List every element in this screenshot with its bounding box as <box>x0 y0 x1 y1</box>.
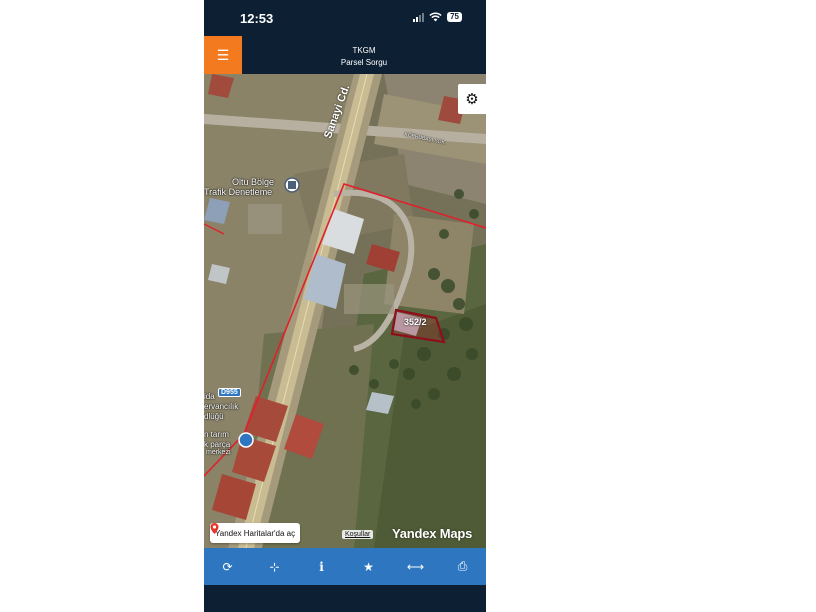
poi-label-trafik-2: Trafik Denetleme <box>204 187 273 197</box>
locate-button[interactable]: ⊹ <box>260 552 290 582</box>
info-button[interactable]: i <box>307 552 337 582</box>
star-icon: ★ <box>363 559 374 574</box>
refresh-button[interactable]: ⟳ <box>213 552 243 582</box>
signal-icon <box>413 12 425 22</box>
header-subtitle: Parsel Sorgu <box>340 58 388 67</box>
poi-label-left-4: n tarım <box>204 430 229 439</box>
measure-button[interactable]: ⟷ <box>401 552 431 582</box>
favorite-button[interactable]: ★ <box>354 552 384 582</box>
settings-button[interactable]: ⚙ <box>458 84 486 114</box>
status-time: 12:53 <box>240 11 274 26</box>
map-view[interactable]: Sanayi Cd. Oltu Bölge Trafik Denetleme i… <box>204 74 486 548</box>
open-in-yandex-label: Yandex Haritalar'da aç <box>215 528 296 538</box>
header-title: TKGM <box>352 46 376 55</box>
phone-screen: 12:53 75 ☰ TKGM Parsel Sorgu Sanayi Cd. … <box>204 0 486 612</box>
hamburger-icon: ☰ <box>216 46 230 63</box>
gear-icon: ⚙ <box>465 91 479 108</box>
poi-label-left-6: merkezi <box>206 449 231 456</box>
status-icons: 75 <box>413 12 462 22</box>
wifi-icon <box>429 12 442 22</box>
info-icon: i <box>319 559 324 574</box>
print-icon: ⎙ <box>457 559 468 573</box>
poi-label-trafik-1: Oltu Bölge <box>232 177 275 187</box>
poi-label-left-3: dlüğü <box>204 412 224 421</box>
refresh-icon: ⟳ <box>222 559 233 574</box>
battery-indicator: 75 <box>447 12 462 22</box>
poi-label-left-5: k parça <box>204 440 231 449</box>
bottom-toolbar: ⟳ ⊹ i ★ ⟷ ⎙ <box>204 548 486 585</box>
menu-button[interactable]: ☰ <box>204 36 242 74</box>
bottom-safe-area <box>204 585 486 612</box>
status-bar: 12:53 75 <box>204 0 486 36</box>
poi-label-left-1: ida <box>204 392 215 401</box>
poi-label-left-2: ervancılık <box>204 402 239 411</box>
open-in-yandex-button[interactable]: Yandex Haritalar'da aç <box>210 523 301 543</box>
map-pin-icon <box>210 523 219 534</box>
print-button[interactable]: ⎙ <box>448 552 478 582</box>
measure-icon: ⟷ <box>406 559 425 574</box>
locate-icon: ⊹ <box>269 559 280 574</box>
terms-link[interactable]: Koşullar <box>342 530 374 539</box>
yandex-maps-logo: Yandex Maps <box>392 526 473 541</box>
app-header: ☰ TKGM Parsel Sorgu <box>204 36 486 74</box>
route-badge: D955 <box>218 388 241 397</box>
parcel-label: 352/2 <box>404 317 427 327</box>
